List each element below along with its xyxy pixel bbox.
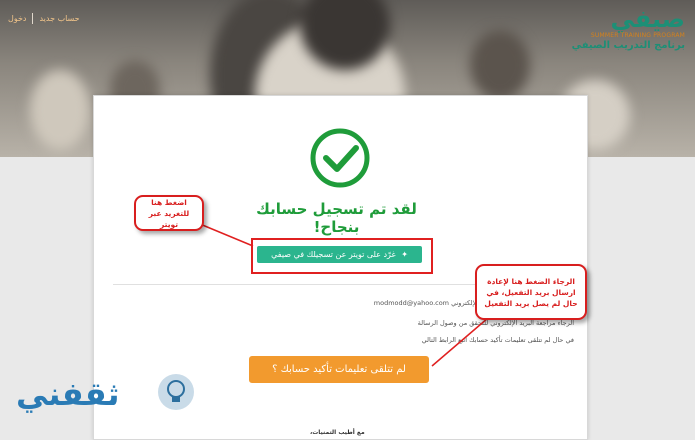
tweet-annotation-text: اضغط هنا للتغريد عبر تويتر (148, 197, 190, 229)
lightbulb-icon (158, 374, 194, 410)
resend-annotation-text: الرجاء الضغط هنا لإعادة ارسال بريد التفع… (484, 276, 578, 308)
watermark-text: ثقفني (16, 375, 120, 413)
resend-annotation-callout: الرجاء الضغط هنا لإعادة ارسال بريد التفع… (475, 264, 587, 320)
tweet-annotation-callout: اضغط هنا للتغريد عبر تويتر (134, 195, 204, 231)
watermark: ثقفني (8, 368, 194, 428)
